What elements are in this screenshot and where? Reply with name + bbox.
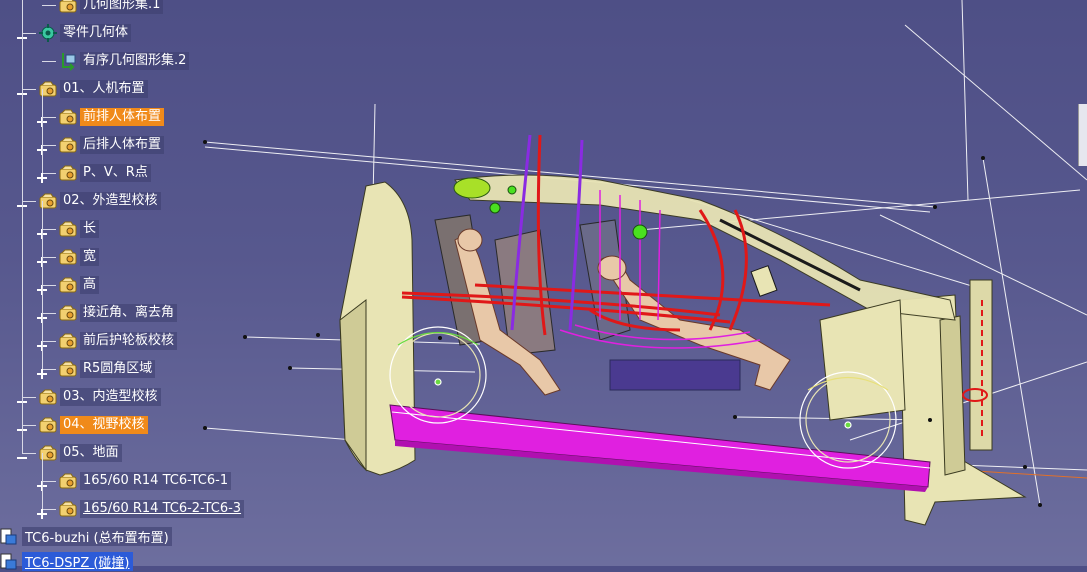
document-node-dspz[interactable]: TC6-DSPZ (碰撞) xyxy=(0,550,133,572)
geometry-set-icon xyxy=(59,473,77,489)
geometry-set-icon xyxy=(59,333,77,349)
tree-node[interactable]: 几何图形集.1 xyxy=(58,0,164,16)
document-node-buzhi[interactable]: TC6-buzhi (总布置布置) xyxy=(0,525,172,547)
tree-trunk xyxy=(42,89,43,173)
tree-node[interactable]: 前排人体布置 xyxy=(58,106,165,128)
ordered-geometry-set-icon xyxy=(62,53,76,71)
tree-node-label: 前排人体布置 xyxy=(80,108,165,126)
tree-node[interactable]: 03、内造型校核 xyxy=(38,386,161,408)
geometry-set-icon xyxy=(59,0,77,13)
tree-node[interactable]: 01、人机布置 xyxy=(38,78,148,100)
tree-connector xyxy=(42,5,56,6)
tree-node-label: 长 xyxy=(80,220,100,238)
product-icon xyxy=(0,528,17,545)
specification-tree: 几何图形集.1 零件几何体有序几何图形集.2 01、人机布置前排人体布置 后排人体布置… xyxy=(0,0,300,566)
tree-node[interactable]: P、V、R点 xyxy=(58,162,151,184)
tree-node-label: 后排人体布置 xyxy=(80,136,165,154)
tree-node[interactable]: 165/60 R14 TC6-2-TC6-3 xyxy=(58,498,245,520)
geometry-set-icon xyxy=(59,277,77,293)
tree-node[interactable]: 前后护轮板校核 xyxy=(58,330,178,352)
tree-connector xyxy=(42,61,56,62)
tree-node-label: 接近角、离去角 xyxy=(80,304,178,322)
tree-node[interactable]: 04、视野校核 xyxy=(38,414,148,436)
geometry-set-icon xyxy=(39,417,57,433)
tree-trunk xyxy=(22,0,23,453)
tree-node-label: 宽 xyxy=(80,248,100,266)
geometry-set-icon xyxy=(59,221,77,237)
geometry-set-icon xyxy=(59,361,77,377)
tree-trunk xyxy=(42,201,43,369)
tree-trunk xyxy=(42,453,43,509)
tree-node-label: R5圆角区域 xyxy=(80,360,156,378)
geometry-set-icon xyxy=(39,389,57,405)
tree-node[interactable]: 接近角、离去角 xyxy=(58,302,178,324)
tree-node-label: 01、人机布置 xyxy=(60,80,148,98)
tree-node[interactable]: R5圆角区域 xyxy=(58,358,156,380)
tree-node-label: 165/60 R14 TC6-2-TC6-3 xyxy=(80,500,245,518)
geometry-set-icon xyxy=(39,81,57,97)
tree-node-label: 04、视野校核 xyxy=(60,416,148,434)
geometry-set-icon xyxy=(59,501,77,517)
geometry-set-icon xyxy=(59,305,77,321)
tree-node-label: P、V、R点 xyxy=(80,164,151,182)
tree-node-label: 165/60 R14 TC6-TC6-1 xyxy=(80,472,232,490)
compass-partial[interactable] xyxy=(1078,104,1087,166)
document-label: TC6-buzhi (总布置布置) xyxy=(22,526,172,546)
floor-pan xyxy=(389,404,931,492)
tree-node-label: 05、地面 xyxy=(60,444,122,462)
tree-node-label: 几何图形集.1 xyxy=(80,0,164,14)
tree-node-label: 有序几何图形集.2 xyxy=(80,52,190,70)
tree-node[interactable]: 零件几何体 xyxy=(38,22,132,44)
part-body-gear-icon xyxy=(39,24,57,42)
tree-node[interactable]: 高 xyxy=(58,274,100,296)
geometry-set-icon xyxy=(59,137,77,153)
document-label: TC6-DSPZ (碰撞) xyxy=(22,551,133,571)
tree-node-label: 02、外造型校核 xyxy=(60,192,161,210)
geometry-set-icon xyxy=(59,165,77,181)
tree-node-label: 零件几何体 xyxy=(60,24,132,42)
geometry-set-icon xyxy=(39,193,57,209)
tree-node-label: 高 xyxy=(80,276,100,294)
tree-node-label: 03、内造型校核 xyxy=(60,388,161,406)
tree-node[interactable]: 长 xyxy=(58,218,100,240)
tree-node[interactable]: 02、外造型校核 xyxy=(38,190,161,212)
geometry-set-icon xyxy=(59,249,77,265)
product-icon xyxy=(0,553,17,570)
tree-node[interactable]: 05、地面 xyxy=(38,442,122,464)
tree-node-label: 前后护轮板校核 xyxy=(80,332,178,350)
tree-node[interactable]: 有序几何图形集.2 xyxy=(58,50,190,72)
tree-node[interactable]: 宽 xyxy=(58,246,100,268)
tree-node[interactable]: 165/60 R14 TC6-TC6-1 xyxy=(58,470,232,492)
tree-node[interactable]: 后排人体布置 xyxy=(58,134,165,156)
geometry-set-icon xyxy=(39,445,57,461)
geometry-set-icon xyxy=(59,109,77,125)
